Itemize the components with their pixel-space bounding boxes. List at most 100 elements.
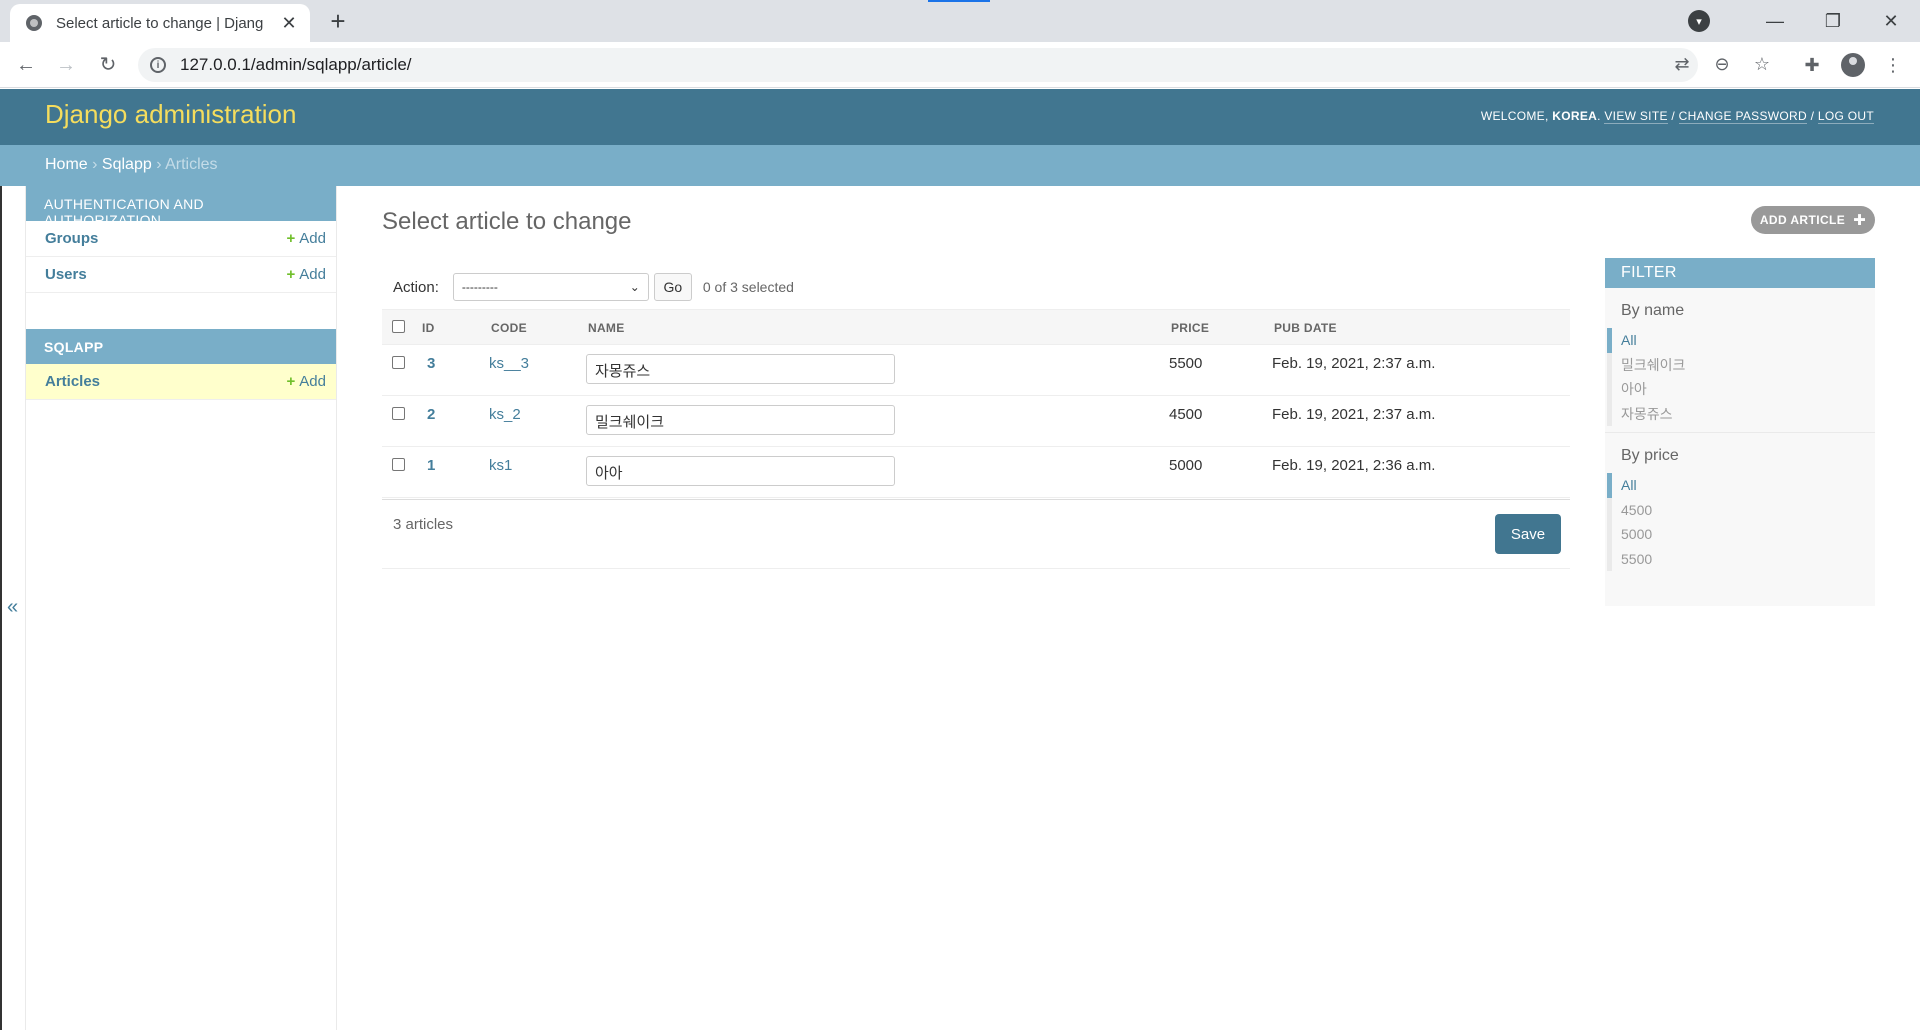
row-checkbox[interactable] xyxy=(392,407,405,420)
add-label: Add xyxy=(299,373,326,390)
select-all-checkbox[interactable] xyxy=(392,320,405,333)
minimize-button[interactable]: — xyxy=(1746,11,1804,32)
table-header: ID CODE NAME PRICE PUB DATE xyxy=(382,309,1570,345)
column-header-code[interactable]: CODE xyxy=(491,321,527,335)
collapse-sidebar-icon[interactable]: « xyxy=(7,596,18,619)
go-button[interactable]: Go xyxy=(653,273,692,301)
forward-icon[interactable]: → xyxy=(52,51,80,79)
filter-option[interactable]: 4500 xyxy=(1621,498,1875,523)
model-link-articles[interactable]: Articles xyxy=(45,373,100,390)
add-label: Add xyxy=(299,230,326,247)
menu-kebab-icon[interactable]: ⋮ xyxy=(1882,54,1904,76)
row-checkbox[interactable] xyxy=(392,356,405,369)
add-label: Add xyxy=(299,266,326,283)
filter-option[interactable]: All xyxy=(1607,328,1875,353)
browser-toolbar: ← → ↻ i 127.0.0.1/admin/sqlapp/article/ … xyxy=(0,42,1920,88)
row-name-input[interactable]: 자몽쥬스 xyxy=(586,354,895,384)
new-tab-button[interactable]: + xyxy=(324,8,352,34)
filter-option[interactable]: All xyxy=(1607,473,1875,498)
nav-sidebar-toggle[interactable]: « xyxy=(0,186,26,1030)
site-branding[interactable]: Django administration xyxy=(45,99,296,130)
breadcrumb-sep: › xyxy=(156,156,162,173)
restore-button[interactable]: ❐ xyxy=(1804,11,1862,32)
extensions-icon[interactable]: ✚ xyxy=(1801,54,1823,76)
window-controls: ▾ — ❐ ✕ xyxy=(1688,0,1920,42)
row-price: 5000 xyxy=(1169,457,1203,474)
profile-avatar-icon[interactable] xyxy=(1841,53,1865,77)
model-link-groups[interactable]: Groups xyxy=(45,230,98,247)
breadcrumb-app[interactable]: Sqlapp xyxy=(102,156,152,173)
breadcrumb: Home › Sqlapp › Articles xyxy=(0,145,1920,186)
model-link-users[interactable]: Users xyxy=(45,266,87,283)
filter-option[interactable]: 5000 xyxy=(1621,522,1875,547)
site-info-icon[interactable]: i xyxy=(150,57,166,73)
module-caption-auth[interactable]: AUTHENTICATION AND AUTHORIZATION xyxy=(26,186,336,228)
row-checkbox[interactable] xyxy=(392,458,405,471)
view-site-link[interactable]: VIEW SITE xyxy=(1604,109,1668,124)
module-caption-sqlapp[interactable]: SQLAPP xyxy=(26,329,336,364)
plus-icon: + xyxy=(286,373,296,390)
row-name-input[interactable]: 밀크쉐이크 xyxy=(586,405,895,435)
zoom-icon[interactable]: ⊖ xyxy=(1711,54,1733,75)
change-password-link[interactable]: CHANGE PASSWORD xyxy=(1678,109,1807,124)
row-code: ks1 xyxy=(489,457,513,474)
welcome-text: WELCOME, xyxy=(1480,109,1549,123)
user-tools: WELCOME, KOREA. VIEW SITE / CHANGE PASSW… xyxy=(1480,109,1874,124)
column-header-id[interactable]: ID xyxy=(422,321,435,335)
row-id-link[interactable]: 2 xyxy=(427,406,435,423)
url-text[interactable]: 127.0.0.1/admin/sqlapp/article/ xyxy=(180,55,412,75)
plus-icon: ✚ xyxy=(1853,212,1867,229)
add-article-label: ADD ARTICLE xyxy=(1759,213,1846,227)
table-row: 2 ks_2 밀크쉐이크 4500 Feb. 19, 2021, 2:37 a.… xyxy=(382,396,1570,447)
bookmark-star-icon[interactable]: ☆ xyxy=(1751,54,1773,75)
save-button[interactable]: Save xyxy=(1495,514,1561,554)
back-icon[interactable]: ← xyxy=(12,51,40,79)
actions-bar: Action: --------- ⌄ Go 0 of 3 selected xyxy=(382,266,1570,308)
row-id-link[interactable]: 1 xyxy=(427,457,435,474)
breadcrumb-home[interactable]: Home xyxy=(45,156,88,173)
table-row: 1 ks1 아아 5000 Feb. 19, 2021, 2:36 a.m. xyxy=(382,447,1570,498)
filter-option[interactable]: 아아 xyxy=(1621,377,1875,402)
reload-icon[interactable]: ↻ xyxy=(94,51,122,79)
plus-icon: + xyxy=(286,266,296,283)
sidebar-item-users[interactable]: Users + Add xyxy=(26,257,336,293)
filter-options-price: All 4500 5000 5500 xyxy=(1607,473,1875,571)
add-articles-link[interactable]: + Add xyxy=(287,373,326,390)
plus-icon: + xyxy=(286,230,296,247)
address-bar[interactable]: i 127.0.0.1/admin/sqlapp/article/ xyxy=(138,48,1698,82)
tab-search-icon[interactable]: ▾ xyxy=(1688,10,1710,32)
paginator: 3 articles Save xyxy=(382,499,1570,569)
breadcrumb-current: Articles xyxy=(165,156,218,173)
log-out-link[interactable]: LOG OUT xyxy=(1817,109,1874,124)
row-price: 5500 xyxy=(1169,355,1203,372)
browser-tabbar: Select article to change | Djang ✕ + ▾ —… xyxy=(0,0,1920,42)
column-header-name[interactable]: NAME xyxy=(588,321,625,335)
action-select[interactable]: --------- ⌄ xyxy=(452,273,649,301)
separator: / xyxy=(1671,109,1676,123)
separator: / xyxy=(1810,109,1815,123)
add-users-link[interactable]: + Add xyxy=(287,266,326,283)
add-groups-link[interactable]: + Add xyxy=(287,230,326,247)
close-window-button[interactable]: ✕ xyxy=(1862,11,1920,32)
row-id-link[interactable]: 3 xyxy=(427,355,435,372)
translate-icon[interactable]: ⇄ xyxy=(1671,54,1693,75)
filter-option[interactable]: 5500 xyxy=(1621,547,1875,572)
filter-title: FILTER xyxy=(1605,258,1875,288)
browser-tab[interactable]: Select article to change | Djang ✕ xyxy=(10,4,310,42)
filter-option[interactable]: 자몽쥬스 xyxy=(1621,402,1875,427)
filter-option[interactable]: 밀크쉐이크 xyxy=(1621,353,1875,378)
table-row: 3 ks__3 자몽쥬스 5500 Feb. 19, 2021, 2:37 a.… xyxy=(382,345,1570,396)
filter-options-name: All 밀크쉐이크 아아 자몽쥬스 xyxy=(1607,328,1875,426)
close-tab-icon[interactable]: ✕ xyxy=(280,13,298,34)
row-name-input[interactable]: 아아 xyxy=(586,456,895,486)
sidebar-item-articles[interactable]: Articles + Add xyxy=(26,364,336,400)
module-auth: AUTHENTICATION AND AUTHORIZATION Groups … xyxy=(26,186,336,293)
row-code: ks__3 xyxy=(489,355,530,372)
globe-icon xyxy=(26,15,42,31)
module-sqlapp: SQLAPP Articles + Add xyxy=(26,329,336,400)
column-header-pub-date[interactable]: PUB DATE xyxy=(1274,321,1337,335)
chevron-down-icon: ⌄ xyxy=(629,280,640,294)
username: KOREA xyxy=(1552,109,1598,123)
column-header-price[interactable]: PRICE xyxy=(1171,321,1209,335)
add-article-button[interactable]: ADD ARTICLE ✚ xyxy=(1751,206,1875,234)
